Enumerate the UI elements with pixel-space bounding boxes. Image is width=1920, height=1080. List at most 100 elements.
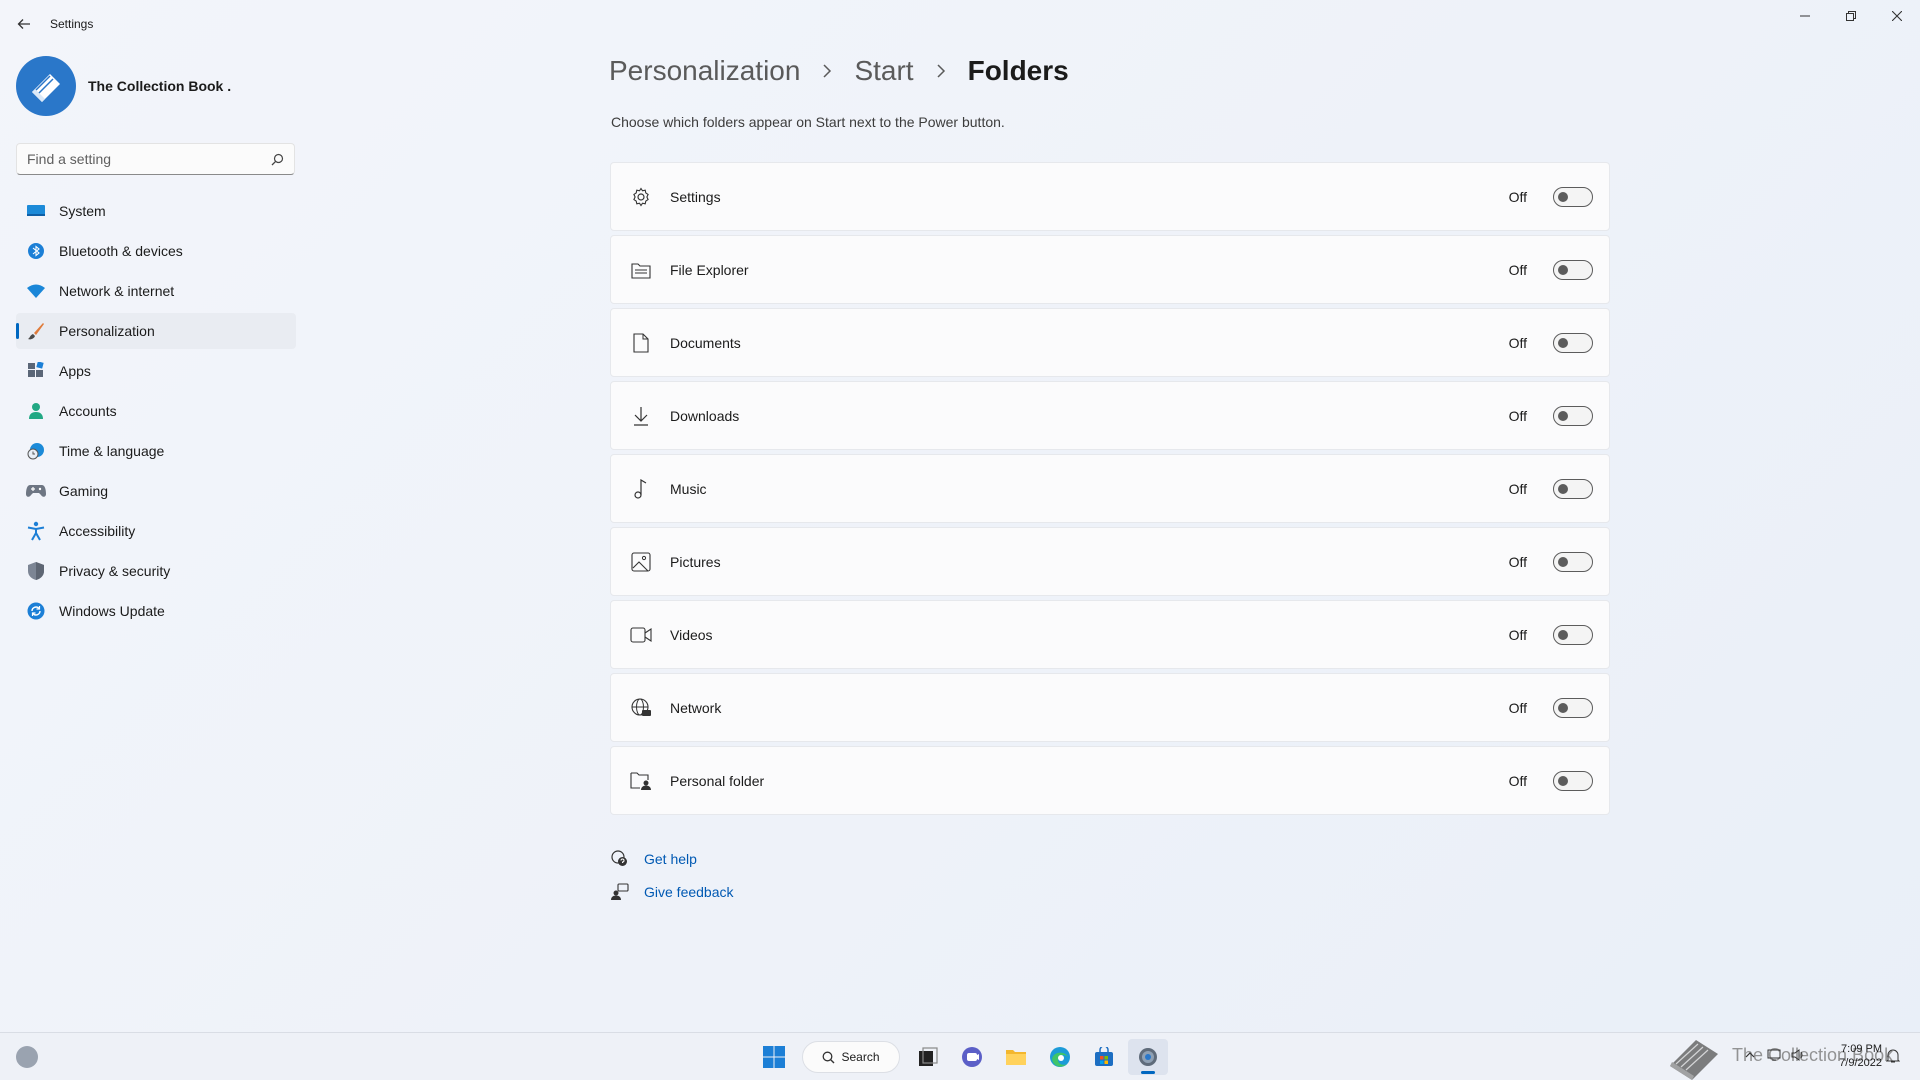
bluetooth-icon <box>26 241 46 261</box>
notification-icon[interactable] <box>1885 1048 1901 1069</box>
downloads-toggle[interactable] <box>1553 405 1593 426</box>
settings-toggle[interactable] <box>1553 186 1593 207</box>
user-profile[interactable]: The Collection Book . <box>16 56 231 116</box>
page-title: Folders <box>967 55 1069 86</box>
taskbar-clock[interactable]: 7:09 PM 7/9/2022 <box>1828 1042 1882 1070</box>
toggle-knob <box>1558 337 1568 348</box>
folder-label: Music <box>670 480 707 497</box>
sidebar-item-label: Time & language <box>59 443 165 459</box>
widgets-icon[interactable] <box>16 1046 38 1068</box>
breadcrumb: Personalization Start Folders <box>609 55 1069 87</box>
book-logo-icon <box>32 74 60 102</box>
sidebar-item-label: Accounts <box>59 403 117 419</box>
breadcrumb-start[interactable]: Start <box>854 55 913 87</box>
search-icon <box>271 153 284 166</box>
videos-toggle[interactable] <box>1553 624 1593 645</box>
taskbar-search-button[interactable]: Search <box>802 1041 900 1073</box>
music-note-icon <box>630 478 652 500</box>
toggle-state-label: Off <box>1508 772 1527 789</box>
sidebar-item-windows-update[interactable]: Windows Update <box>16 593 296 629</box>
search-input[interactable] <box>17 151 257 167</box>
back-button[interactable] <box>12 12 36 36</box>
task-view-button[interactable] <box>908 1039 948 1075</box>
task-view-icon <box>919 1047 938 1066</box>
minimize-button[interactable] <box>1782 0 1828 32</box>
toggle-state-label: Off <box>1508 699 1527 716</box>
title-bar: Settings <box>0 0 1920 48</box>
folder-icon <box>1006 1050 1026 1065</box>
edge-browser-button[interactable] <box>1040 1039 1080 1075</box>
folder-label: Downloads <box>670 407 740 424</box>
sidebar-nav: System Bluetooth & devices Network & int… <box>16 193 296 633</box>
wifi-icon <box>26 281 46 301</box>
restore-icon <box>1846 11 1856 21</box>
volume-icon[interactable] <box>1790 1047 1806 1063</box>
search-icon <box>823 1051 835 1063</box>
sidebar-item-apps[interactable]: Apps <box>16 353 296 389</box>
sidebar-item-bluetooth[interactable]: Bluetooth & devices <box>16 233 296 269</box>
sidebar-item-system[interactable]: System <box>16 193 296 229</box>
sidebar-item-accounts[interactable]: Accounts <box>16 393 296 429</box>
close-button[interactable] <box>1874 0 1920 32</box>
sidebar-item-label: Personalization <box>59 323 155 339</box>
sidebar-item-personalization[interactable]: Personalization <box>16 313 296 349</box>
sidebar-item-gaming[interactable]: Gaming <box>16 473 296 509</box>
folder-label: Documents <box>670 334 741 351</box>
breadcrumb-personalization[interactable]: Personalization <box>609 55 800 87</box>
toggle-state-label: Off <box>1508 480 1527 497</box>
sidebar-item-accessibility[interactable]: Accessibility <box>16 513 296 549</box>
sidebar-item-label: Accessibility <box>59 523 136 539</box>
app-title: Settings <box>50 17 94 31</box>
get-help-link[interactable]: Get help <box>644 851 697 867</box>
toggle-knob <box>1558 264 1568 275</box>
pictures-toggle[interactable] <box>1553 551 1593 572</box>
settings-app-button[interactable] <box>1128 1039 1168 1075</box>
restore-button[interactable] <box>1828 0 1874 32</box>
system-tray <box>1742 1047 1814 1063</box>
chat-button[interactable] <box>952 1039 992 1075</box>
folder-label: Network <box>670 699 722 716</box>
back-arrow-icon <box>17 19 30 29</box>
sidebar-item-privacy-security[interactable]: Privacy & security <box>16 553 296 589</box>
minimize-icon <box>1800 15 1810 17</box>
taskbar-apps: Search <box>754 1039 1172 1075</box>
sidebar-item-label: Network & internet <box>59 283 175 299</box>
toggle-knob <box>1558 191 1568 202</box>
sidebar-item-label: System <box>59 203 106 219</box>
folder-card-documents: Documents Off <box>610 308 1610 377</box>
start-button[interactable] <box>754 1039 794 1075</box>
music-toggle[interactable] <box>1553 478 1593 499</box>
sidebar-item-label: Gaming <box>59 483 109 499</box>
help-links: Get help Give feedback <box>610 848 734 914</box>
file-explorer-button[interactable] <box>996 1039 1036 1075</box>
display-icon[interactable] <box>1766 1047 1782 1063</box>
folder-card-file-explorer: File Explorer Off <box>610 235 1610 304</box>
gear-icon <box>630 186 652 208</box>
sidebar-item-network[interactable]: Network & internet <box>16 273 296 309</box>
personal-folder-icon <box>630 770 652 792</box>
toggle-state-label: Off <box>1508 334 1527 351</box>
toggle-knob <box>1558 483 1568 494</box>
documents-toggle[interactable] <box>1553 332 1593 353</box>
folder-label: Pictures <box>670 553 721 570</box>
give-feedback-row: Give feedback <box>610 881 734 903</box>
profile-name: The Collection Book . <box>88 78 232 94</box>
give-feedback-link[interactable]: Give feedback <box>644 884 734 900</box>
folder-label: Settings <box>670 188 721 205</box>
file-explorer-icon <box>630 259 652 281</box>
microsoft-store-button[interactable] <box>1084 1039 1124 1075</box>
clock-date: 7/9/2022 <box>1839 1057 1882 1069</box>
monitor-icon <box>26 201 46 221</box>
accessibility-icon <box>26 521 46 541</box>
chevron-up-icon[interactable] <box>1742 1047 1758 1063</box>
watermark-book-icon <box>1670 1040 1718 1080</box>
toggle-knob <box>1558 702 1568 713</box>
search-box[interactable] <box>16 143 295 175</box>
windows-logo-icon <box>763 1046 785 1068</box>
network-toggle[interactable] <box>1553 697 1593 718</box>
sidebar-item-time-language[interactable]: Time & language <box>16 433 296 469</box>
folder-card-downloads: Downloads Off <box>610 381 1610 450</box>
folder-card-network: Network Off <box>610 673 1610 742</box>
personal-folder-toggle[interactable] <box>1553 770 1593 791</box>
file-explorer-toggle[interactable] <box>1553 259 1593 280</box>
